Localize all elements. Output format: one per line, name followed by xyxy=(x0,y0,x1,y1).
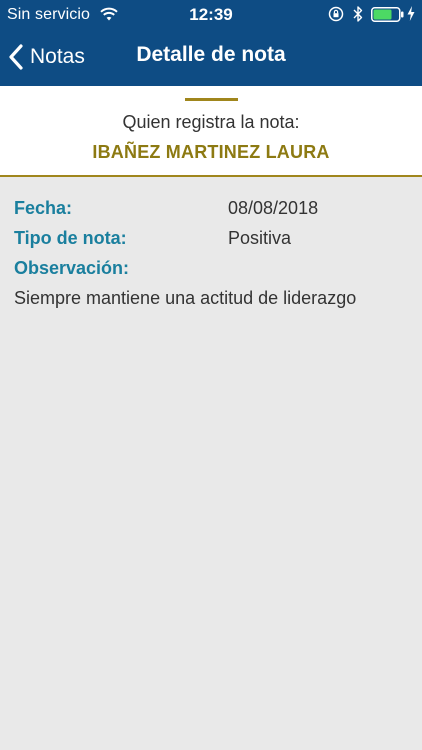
date-label: Fecha: xyxy=(14,198,73,218)
status-bar: Sin servicio 12:39 xyxy=(0,0,422,30)
orientation-lock-icon xyxy=(328,6,344,22)
observation-text: Siempre mantiene una actitud de liderazg… xyxy=(14,288,357,308)
navigation-bar: Notas Detalle de nota xyxy=(0,30,422,86)
observation-label: Observación: xyxy=(14,258,130,278)
app-screen: Sin servicio 12:39 Notas Detalle de nota… xyxy=(0,0,422,750)
author-caption: Quien registra la nota: xyxy=(122,112,300,132)
date-value: 08/08/2018 xyxy=(228,198,319,218)
bluetooth-icon xyxy=(353,6,363,22)
author-card: Quien registra la nota: IBAÑEZ MARTINEZ … xyxy=(0,86,422,177)
author-name: IBAÑEZ MARTINEZ LAURA xyxy=(92,142,330,162)
accent-divider xyxy=(185,98,238,101)
note-type-label: Tipo de nota: xyxy=(14,228,127,248)
page-title: Detalle de nota xyxy=(136,43,286,66)
top-bar: Sin servicio 12:39 Notas Detalle de nota xyxy=(0,0,422,86)
observation-row: Observación: xyxy=(14,258,410,282)
date-row: Fecha: 08/08/2018 xyxy=(14,198,410,222)
note-type-row: Tipo de nota: Positiva xyxy=(14,228,410,252)
charging-icon xyxy=(407,6,415,21)
note-type-value: Positiva xyxy=(228,228,292,248)
battery-icon xyxy=(371,7,404,22)
